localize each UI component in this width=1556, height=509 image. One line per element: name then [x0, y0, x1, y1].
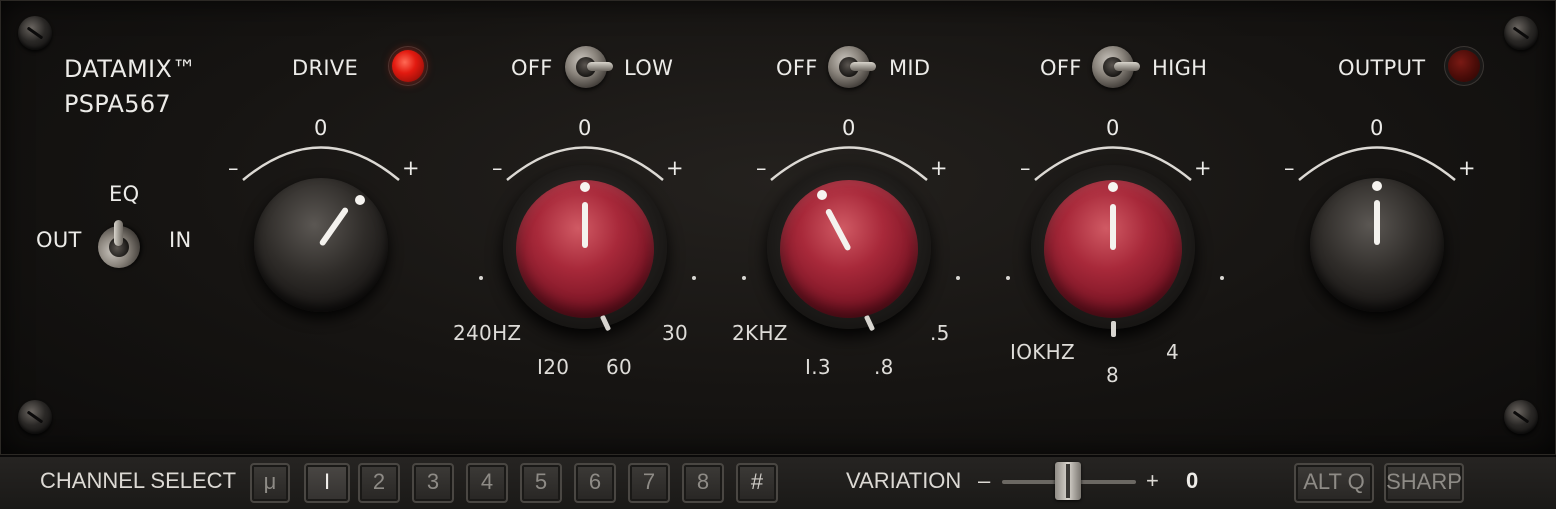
eq-switch-out-label: OUT [36, 228, 82, 252]
sharp-button[interactable]: SHARP [1384, 463, 1464, 503]
output-scale-zero: 0 [1370, 116, 1384, 140]
mid-band-toggle[interactable] [828, 46, 876, 88]
high-freq-4: 4 [1166, 340, 1180, 364]
mid-scale-plus: + [930, 156, 948, 180]
mid-left-dot [742, 276, 746, 280]
low-freq-30: 30 [662, 321, 689, 345]
output-scale-plus: + [1458, 156, 1476, 180]
high-freq-10k: IOKHZ [1010, 340, 1075, 364]
low-left-dot [479, 276, 483, 280]
drive-knob[interactable] [254, 178, 388, 312]
high-right-dot [1220, 276, 1224, 280]
variation-value: 0 [1186, 468, 1199, 493]
low-scale-plus: + [666, 156, 684, 180]
high-scale-minus: – [1020, 156, 1031, 180]
low-freq-240: 240HZ [453, 321, 522, 345]
high-off-label: OFF [1040, 56, 1082, 80]
eq-in-out-toggle[interactable] [98, 226, 140, 268]
mid-freq-2k: 2KHZ [732, 321, 788, 345]
high-gain-knob[interactable] [1044, 180, 1182, 318]
drive-label: DRIVE [292, 56, 359, 80]
screw-icon [18, 400, 52, 434]
output-knob[interactable] [1310, 178, 1444, 312]
model-name: PSPA567 [64, 90, 171, 118]
eq-switch-title: EQ [109, 182, 140, 206]
variation-minus: – [978, 468, 991, 493]
channel-8-button[interactable]: 8 [682, 463, 724, 503]
mid-freq-1-3: I.3 [805, 355, 831, 379]
channel-3-button[interactable]: 3 [412, 463, 454, 503]
low-band-label: LOW [624, 56, 674, 80]
output-label: OUTPUT [1338, 56, 1426, 80]
drive-scale-plus: + [402, 156, 420, 180]
channel-6-button[interactable]: 6 [574, 463, 616, 503]
drive-knob-indicator-dot [355, 195, 365, 205]
low-scale-zero: 0 [578, 116, 592, 140]
high-freq-8: 8 [1106, 363, 1120, 387]
high-left-dot [1006, 276, 1010, 280]
mid-scale-zero: 0 [842, 116, 856, 140]
brand-name: DATAMIX™ [64, 55, 197, 83]
channel-2-button[interactable]: 2 [358, 463, 400, 503]
screw-icon [18, 16, 52, 50]
channel-1-button[interactable]: I [304, 463, 350, 503]
channel-select-label: CHANNEL SELECT [40, 468, 237, 493]
low-freq-120: I20 [537, 355, 570, 379]
alt-q-button[interactable]: ALT Q [1294, 463, 1374, 503]
channel-5-button[interactable]: 5 [520, 463, 562, 503]
high-scale-plus: + [1194, 156, 1212, 180]
drive-scale-zero: 0 [314, 116, 328, 140]
low-band-toggle[interactable] [565, 46, 613, 88]
high-band-label: HIGH [1152, 56, 1208, 80]
low-gain-knob[interactable] [516, 180, 654, 318]
low-off-label: OFF [511, 56, 553, 80]
output-scale-minus: – [1284, 156, 1295, 180]
drive-led [392, 50, 424, 82]
variation-slider-handle[interactable] [1055, 462, 1081, 500]
channel-4-button[interactable]: 4 [466, 463, 508, 503]
eq-switch-in-label: IN [169, 228, 192, 252]
high-scale-zero: 0 [1106, 116, 1120, 140]
screw-icon [1504, 400, 1538, 434]
mid-off-label: OFF [776, 56, 818, 80]
mid-right-dot [956, 276, 960, 280]
low-knob-indicator-dot [580, 182, 590, 192]
mid-gain-knob[interactable] [780, 180, 918, 318]
channel-mu-button[interactable]: μ [250, 463, 290, 503]
low-freq-60: 60 [606, 355, 633, 379]
high-band-toggle[interactable] [1092, 46, 1140, 88]
variation-plus: + [1146, 468, 1159, 493]
drive-scale-minus: – [228, 156, 239, 180]
output-knob-indicator-dot [1372, 181, 1382, 191]
channel-hash-button[interactable]: # [736, 463, 778, 503]
mid-scale-minus: – [756, 156, 767, 180]
variation-label: VARIATION [846, 468, 962, 493]
channel-7-button[interactable]: 7 [628, 463, 670, 503]
mid-freq-0-5: .5 [930, 321, 950, 345]
mid-band-label: MID [889, 56, 931, 80]
output-led [1448, 50, 1480, 82]
low-right-dot [692, 276, 696, 280]
plugin-panel: DATAMIX™ PSPA567 EQ OUT IN DRIVE OUTPUT … [0, 0, 1556, 455]
mid-knob-indicator-dot [817, 190, 827, 200]
high-knob-indicator-dot [1108, 182, 1118, 192]
low-scale-minus: – [492, 156, 503, 180]
mid-freq-0-8: .8 [874, 355, 894, 379]
screw-icon [1504, 16, 1538, 50]
